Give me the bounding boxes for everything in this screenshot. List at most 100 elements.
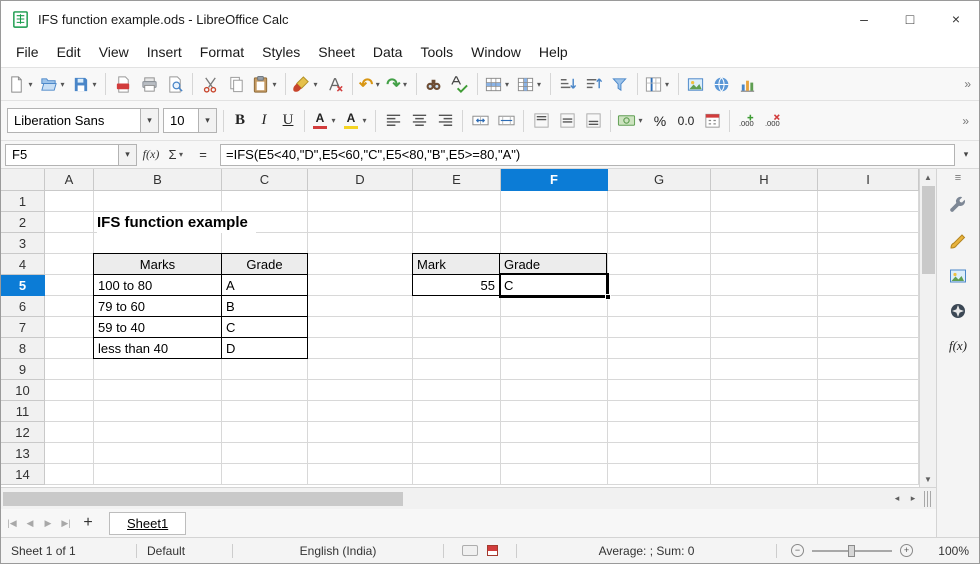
first-sheet-button[interactable]: |◀ <box>3 518 21 529</box>
zoom-slider-track[interactable] <box>812 544 892 557</box>
cell-b6[interactable]: 79 to 60 <box>94 296 222 317</box>
select-all-corner[interactable] <box>1 169 45 191</box>
menu-styles[interactable]: Styles <box>253 40 309 64</box>
formula-equals-button[interactable]: = <box>191 144 215 166</box>
column-header-c[interactable]: C <box>222 169 308 191</box>
align-left-button[interactable] <box>380 108 406 134</box>
print-button[interactable] <box>136 71 162 97</box>
sheet-tab-sheet1[interactable]: Sheet1 <box>109 511 187 535</box>
sidebar-properties-button[interactable] <box>944 192 972 220</box>
row-header-7[interactable]: 7 <box>1 317 45 338</box>
toolbar-overflow-icon[interactable]: » <box>958 114 973 128</box>
center-vertically-button[interactable] <box>554 108 580 134</box>
merge-center-button[interactable] <box>493 108 519 134</box>
column-header-a[interactable]: A <box>45 169 94 191</box>
last-sheet-button[interactable]: ▶| <box>57 518 75 529</box>
format-percent-button[interactable]: % <box>647 108 673 134</box>
page-style[interactable]: Default <box>137 538 232 563</box>
spreadsheet-grid[interactable]: A B C D E F G H I 1 2 3 4 5 6 7 8 9 10 1… <box>1 169 919 488</box>
menu-sheet[interactable]: Sheet <box>309 40 364 64</box>
maximize-button[interactable]: □ <box>887 1 933 37</box>
format-number-button[interactable]: 0.0 <box>673 108 699 134</box>
insert-row-button[interactable]: ▾ <box>482 71 514 97</box>
bold-button[interactable]: B <box>228 108 252 134</box>
row-header-1[interactable]: 1 <box>1 191 45 212</box>
language-status[interactable]: English (India) <box>233 538 443 563</box>
scroll-up-icon[interactable]: ▲ <box>920 169 936 185</box>
sidebar-gallery-button[interactable] <box>944 262 972 290</box>
zoom-slider-thumb[interactable] <box>848 544 855 557</box>
export-pdf-button[interactable] <box>110 71 136 97</box>
select-sum-button[interactable]: Σ ▾ <box>165 144 189 166</box>
align-right-button[interactable] <box>432 108 458 134</box>
sidebar-navigator-button[interactable] <box>944 297 972 325</box>
new-document-button[interactable]: ▾ <box>5 71 37 97</box>
sort-descending-button[interactable] <box>581 71 607 97</box>
column-header-h[interactable]: H <box>711 169 818 191</box>
format-date-button[interactable] <box>699 108 725 134</box>
cell-b5[interactable]: 100 to 80 <box>94 275 222 296</box>
row-header-12[interactable]: 12 <box>1 422 45 443</box>
autofilter-button[interactable] <box>607 71 633 97</box>
zoom-level[interactable]: 100% <box>927 538 979 563</box>
sidebar-settings-icon[interactable]: ≡ <box>955 172 961 185</box>
row-header-13[interactable]: 13 <box>1 443 45 464</box>
cell-b8[interactable]: less than 40 <box>94 338 222 359</box>
cell-b4[interactable]: Marks <box>94 254 222 275</box>
row-header-3[interactable]: 3 <box>1 233 45 254</box>
italic-button[interactable]: I <box>252 108 276 134</box>
spelling-button[interactable] <box>447 71 473 97</box>
column-header-g[interactable]: G <box>608 169 711 191</box>
open-button[interactable]: ▾ <box>37 71 69 97</box>
cell-c8[interactable]: D <box>222 338 308 359</box>
undo-button[interactable]: ↶ ▾ <box>357 71 384 97</box>
freeze-panes-button[interactable]: ▾ <box>642 71 674 97</box>
menu-format[interactable]: Format <box>191 40 253 64</box>
cell-b2-sheet-title[interactable]: IFS function example <box>97 212 256 233</box>
menu-tools[interactable]: Tools <box>411 40 462 64</box>
row-header-10[interactable]: 10 <box>1 380 45 401</box>
column-header-b[interactable]: B <box>94 169 222 191</box>
menu-window[interactable]: Window <box>462 40 530 64</box>
scroll-down-icon[interactable]: ▼ <box>920 471 936 487</box>
column-header-f-selected[interactable]: F <box>501 169 608 191</box>
paste-button[interactable]: ▾ <box>249 71 281 97</box>
add-sheet-button[interactable]: + <box>75 514 101 532</box>
selection-statistics[interactable]: Average: ; Sum: 0 <box>517 538 776 563</box>
row-header-6[interactable]: 6 <box>1 296 45 317</box>
align-top-button[interactable] <box>528 108 554 134</box>
insert-hyperlink-button[interactable] <box>709 71 735 97</box>
toolbar-overflow-icon[interactable]: » <box>960 77 975 91</box>
save-button[interactable]: ▾ <box>69 71 101 97</box>
close-button[interactable]: × <box>933 1 979 37</box>
vertical-scrollbar-thumb[interactable] <box>922 186 935 274</box>
cell-e4[interactable]: Mark <box>413 254 500 275</box>
row-header-5-selected[interactable]: 5 <box>1 275 45 296</box>
menu-edit[interactable]: Edit <box>48 40 90 64</box>
copy-button[interactable] <box>223 71 249 97</box>
menu-file[interactable]: File <box>7 40 48 64</box>
menu-data[interactable]: Data <box>364 40 412 64</box>
cell-c7[interactable]: C <box>222 317 308 338</box>
underline-button[interactable]: U <box>276 108 300 134</box>
scroll-left-icon[interactable]: ◂ <box>889 493 905 504</box>
row-header-2[interactable]: 2 <box>1 212 45 233</box>
column-header-e[interactable]: E <box>413 169 501 191</box>
menu-help[interactable]: Help <box>530 40 577 64</box>
align-center-button[interactable] <box>406 108 432 134</box>
horizontal-scrollbar[interactable]: ◂ ▸ <box>1 487 936 510</box>
formula-input[interactable] <box>220 143 955 166</box>
next-sheet-button[interactable]: ▶ <box>39 518 57 529</box>
redo-button[interactable]: ↷ ▾ <box>384 71 411 97</box>
vertical-scrollbar[interactable]: ▲ ▼ <box>919 169 936 488</box>
sidebar-functions-button[interactable]: f(x) <box>944 332 972 360</box>
cell-b7[interactable]: 59 to 40 <box>94 317 222 338</box>
scroll-right-icon[interactable]: ▸ <box>905 493 921 504</box>
function-wizard-button[interactable]: f(x) <box>139 144 163 166</box>
print-preview-button[interactable] <box>162 71 188 97</box>
cell-c4[interactable]: Grade <box>222 254 308 275</box>
sort-ascending-button[interactable] <box>555 71 581 97</box>
cell-f4[interactable]: Grade <box>500 254 607 275</box>
insert-chart-button[interactable] <box>735 71 761 97</box>
font-name-combo[interactable]: Liberation Sans ▾ <box>7 108 159 133</box>
